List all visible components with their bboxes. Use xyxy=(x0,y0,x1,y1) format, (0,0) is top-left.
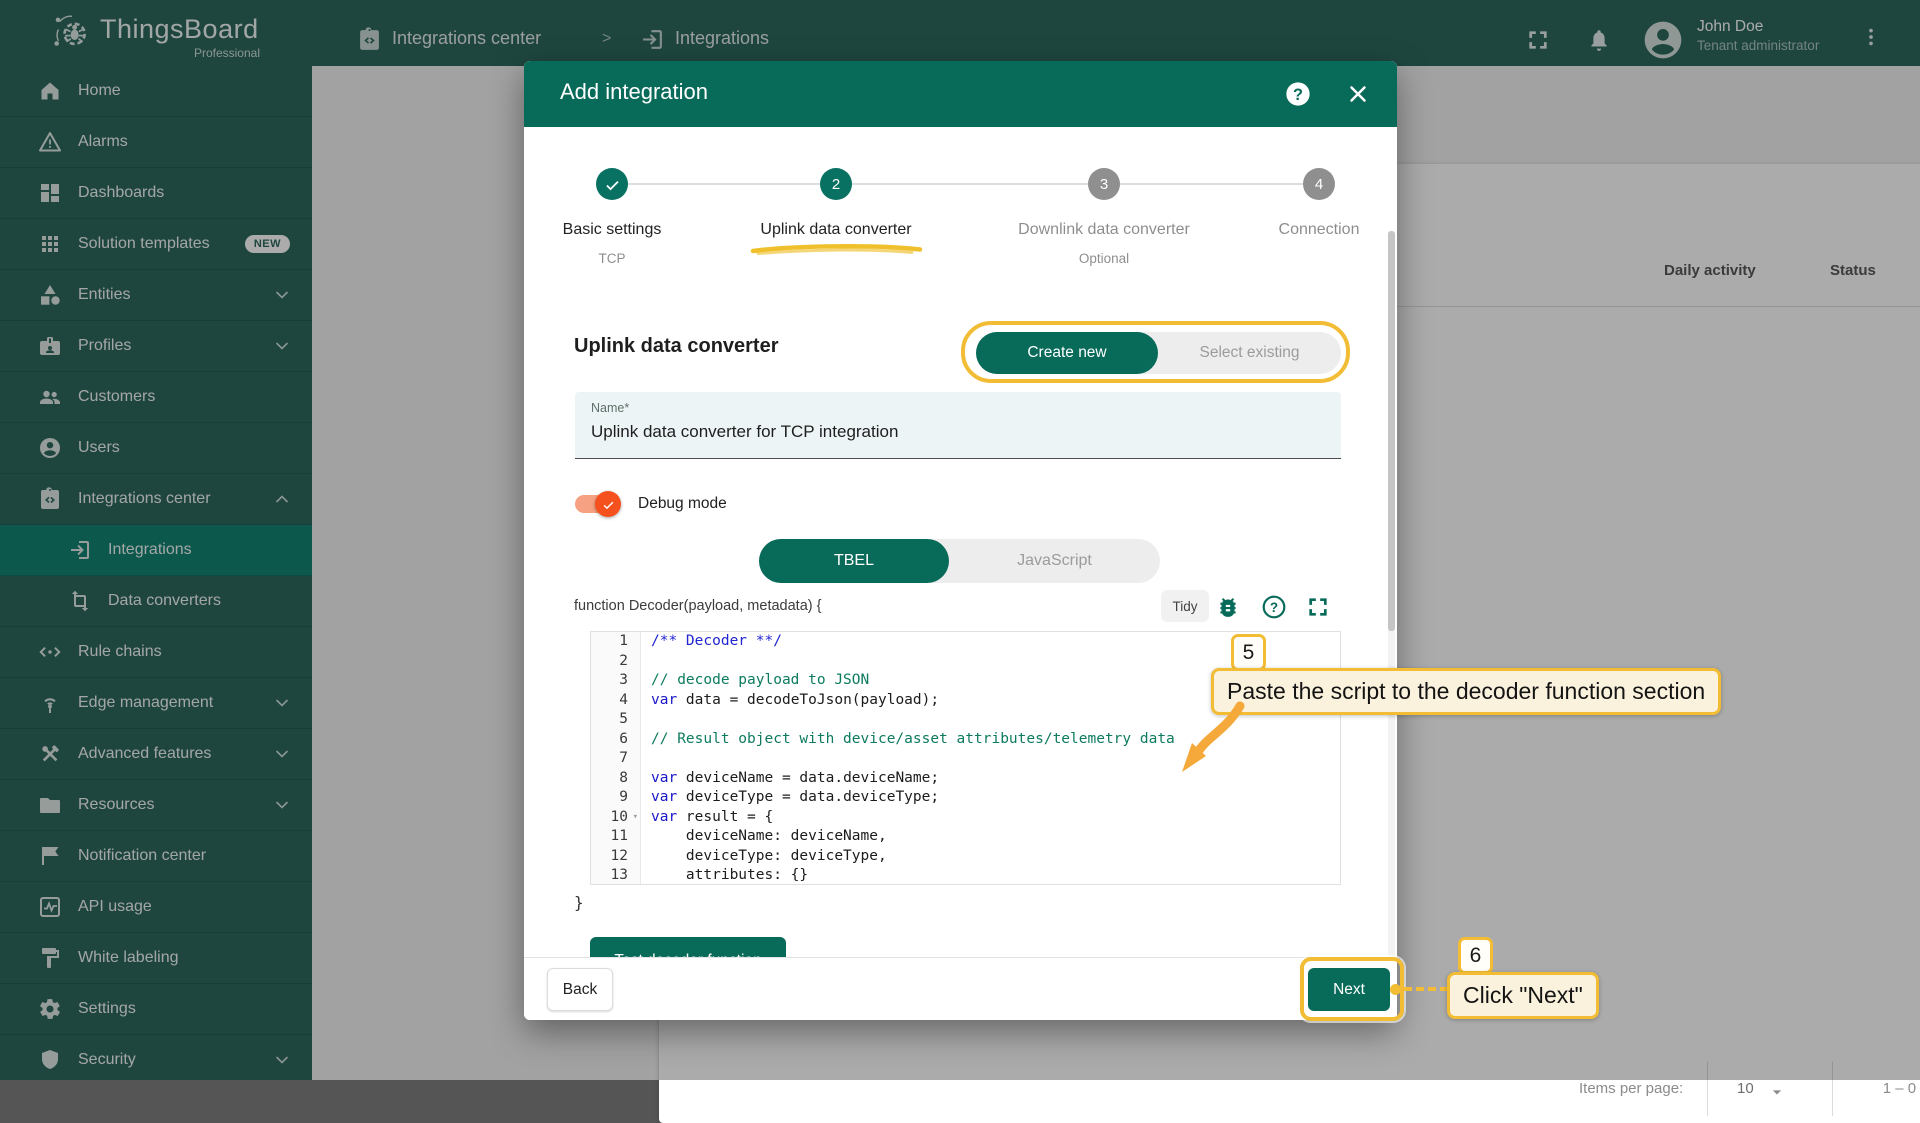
editor-fullscreen-icon[interactable] xyxy=(1305,594,1331,620)
items-per-page-label: Items per page: xyxy=(1579,1080,1684,1097)
annotation-step6-number: 6 xyxy=(1458,937,1493,974)
tidy-button[interactable]: Tidy xyxy=(1161,590,1209,622)
decoder-function-signature: function Decoder(payload, metadata) { xyxy=(574,598,822,614)
code-fold-icon[interactable]: ▾ xyxy=(633,808,638,828)
annotation-step5-number: 5 xyxy=(1231,634,1266,671)
line-number: 7 xyxy=(591,749,641,769)
line-number: 6 xyxy=(591,729,641,750)
line-number: 9 xyxy=(591,788,641,808)
line-number: 5 xyxy=(591,710,641,730)
editor-help-icon[interactable]: ? xyxy=(1261,594,1287,620)
svg-text:?: ? xyxy=(1293,86,1303,104)
step-4-label: Connection xyxy=(1278,221,1360,238)
javascript-tab[interactable]: JavaScript xyxy=(949,539,1160,583)
line-number: 10 ▾ xyxy=(591,807,641,828)
annotation-step5-tooltip: Paste the script to the decoder function… xyxy=(1211,668,1722,715)
line-number: 13 xyxy=(591,866,641,884)
tbel-tab[interactable]: TBEL xyxy=(759,539,949,583)
stepper-connector xyxy=(628,183,820,185)
dialog-header: Add integration ? xyxy=(524,61,1397,127)
code-line-10: 10 ▾ var result = { xyxy=(591,807,1340,828)
svg-text:?: ? xyxy=(1270,600,1278,615)
script-language-toggle: TBEL JavaScript xyxy=(759,539,1160,583)
annotation-connector-dot xyxy=(1390,984,1401,995)
step-2-label: Uplink data converter xyxy=(760,221,912,238)
decoder-closing-brace: } xyxy=(574,893,584,912)
converter-name-field[interactable]: Name* Uplink data converter for TCP inte… xyxy=(575,392,1341,459)
step-1-label: Basic settings xyxy=(562,221,662,238)
code-line-9: 9 var deviceType = data.deviceType; xyxy=(591,788,1340,808)
code-line-11: 11 deviceName: deviceName, xyxy=(591,827,1340,847)
step-1-indicator[interactable] xyxy=(596,168,628,200)
step-3-subtitle: Optional xyxy=(1078,251,1130,266)
annotation-step5-arrow xyxy=(1160,698,1270,788)
debug-bug-icon[interactable] xyxy=(1215,594,1241,620)
dialog-footer: Back Next xyxy=(524,957,1397,1020)
help-icon[interactable]: ? xyxy=(1284,80,1312,108)
name-field-value: Uplink data converter for TCP integratio… xyxy=(591,422,899,441)
annotation-step6-tooltip: Click "Next" xyxy=(1447,972,1599,1019)
back-button[interactable]: Back xyxy=(547,968,613,1011)
step-2-indicator[interactable]: 2 xyxy=(820,168,852,200)
step-1-subtitle: TCP xyxy=(598,251,626,266)
step-3-indicator[interactable]: 3 xyxy=(1088,168,1120,200)
step-3-label: Downlink data converter xyxy=(1018,221,1190,238)
annotation-ring-converter-toggle xyxy=(961,321,1350,383)
line-number: 1 xyxy=(591,632,641,652)
name-field-label: Name* xyxy=(591,401,630,415)
annotation-connector-line xyxy=(1404,987,1448,991)
page-size-caret-icon[interactable] xyxy=(1767,1082,1787,1102)
line-number: 3 xyxy=(591,671,641,691)
line-number: 8 xyxy=(591,768,641,789)
line-number: 11 xyxy=(591,827,641,847)
code-line-13: 13 attributes: {} xyxy=(591,866,1340,884)
code-line-1: 1/** Decoder **/ xyxy=(591,632,1340,652)
page-size-select[interactable]: 10 xyxy=(1737,1080,1754,1097)
step2-marker-underline xyxy=(750,243,924,262)
paginator-range: 1 – 0 of 0 xyxy=(1882,1080,1920,1097)
step-4-indicator[interactable]: 4 xyxy=(1303,168,1335,200)
close-icon[interactable] xyxy=(1345,81,1371,107)
annotation-ring-next xyxy=(1300,957,1404,1021)
line-number: 12 xyxy=(591,846,641,867)
stepper-connector xyxy=(1120,183,1303,185)
code-line-12: 12 deviceType: deviceType, xyxy=(591,846,1340,867)
debug-mode-label: Debug mode xyxy=(638,495,727,512)
uplink-section-title: Uplink data converter xyxy=(574,335,779,357)
debug-mode-toggle-thumb[interactable] xyxy=(595,491,621,517)
add-integration-dialog: Add integration ? Uplink data converter … xyxy=(524,61,1397,1020)
line-number: 4 xyxy=(591,690,641,711)
dialog-title: Add integration xyxy=(560,79,708,104)
line-number: 2 xyxy=(591,651,641,672)
modal-scrollbar-thumb[interactable] xyxy=(1388,231,1395,631)
stepper-connector xyxy=(852,183,1088,185)
